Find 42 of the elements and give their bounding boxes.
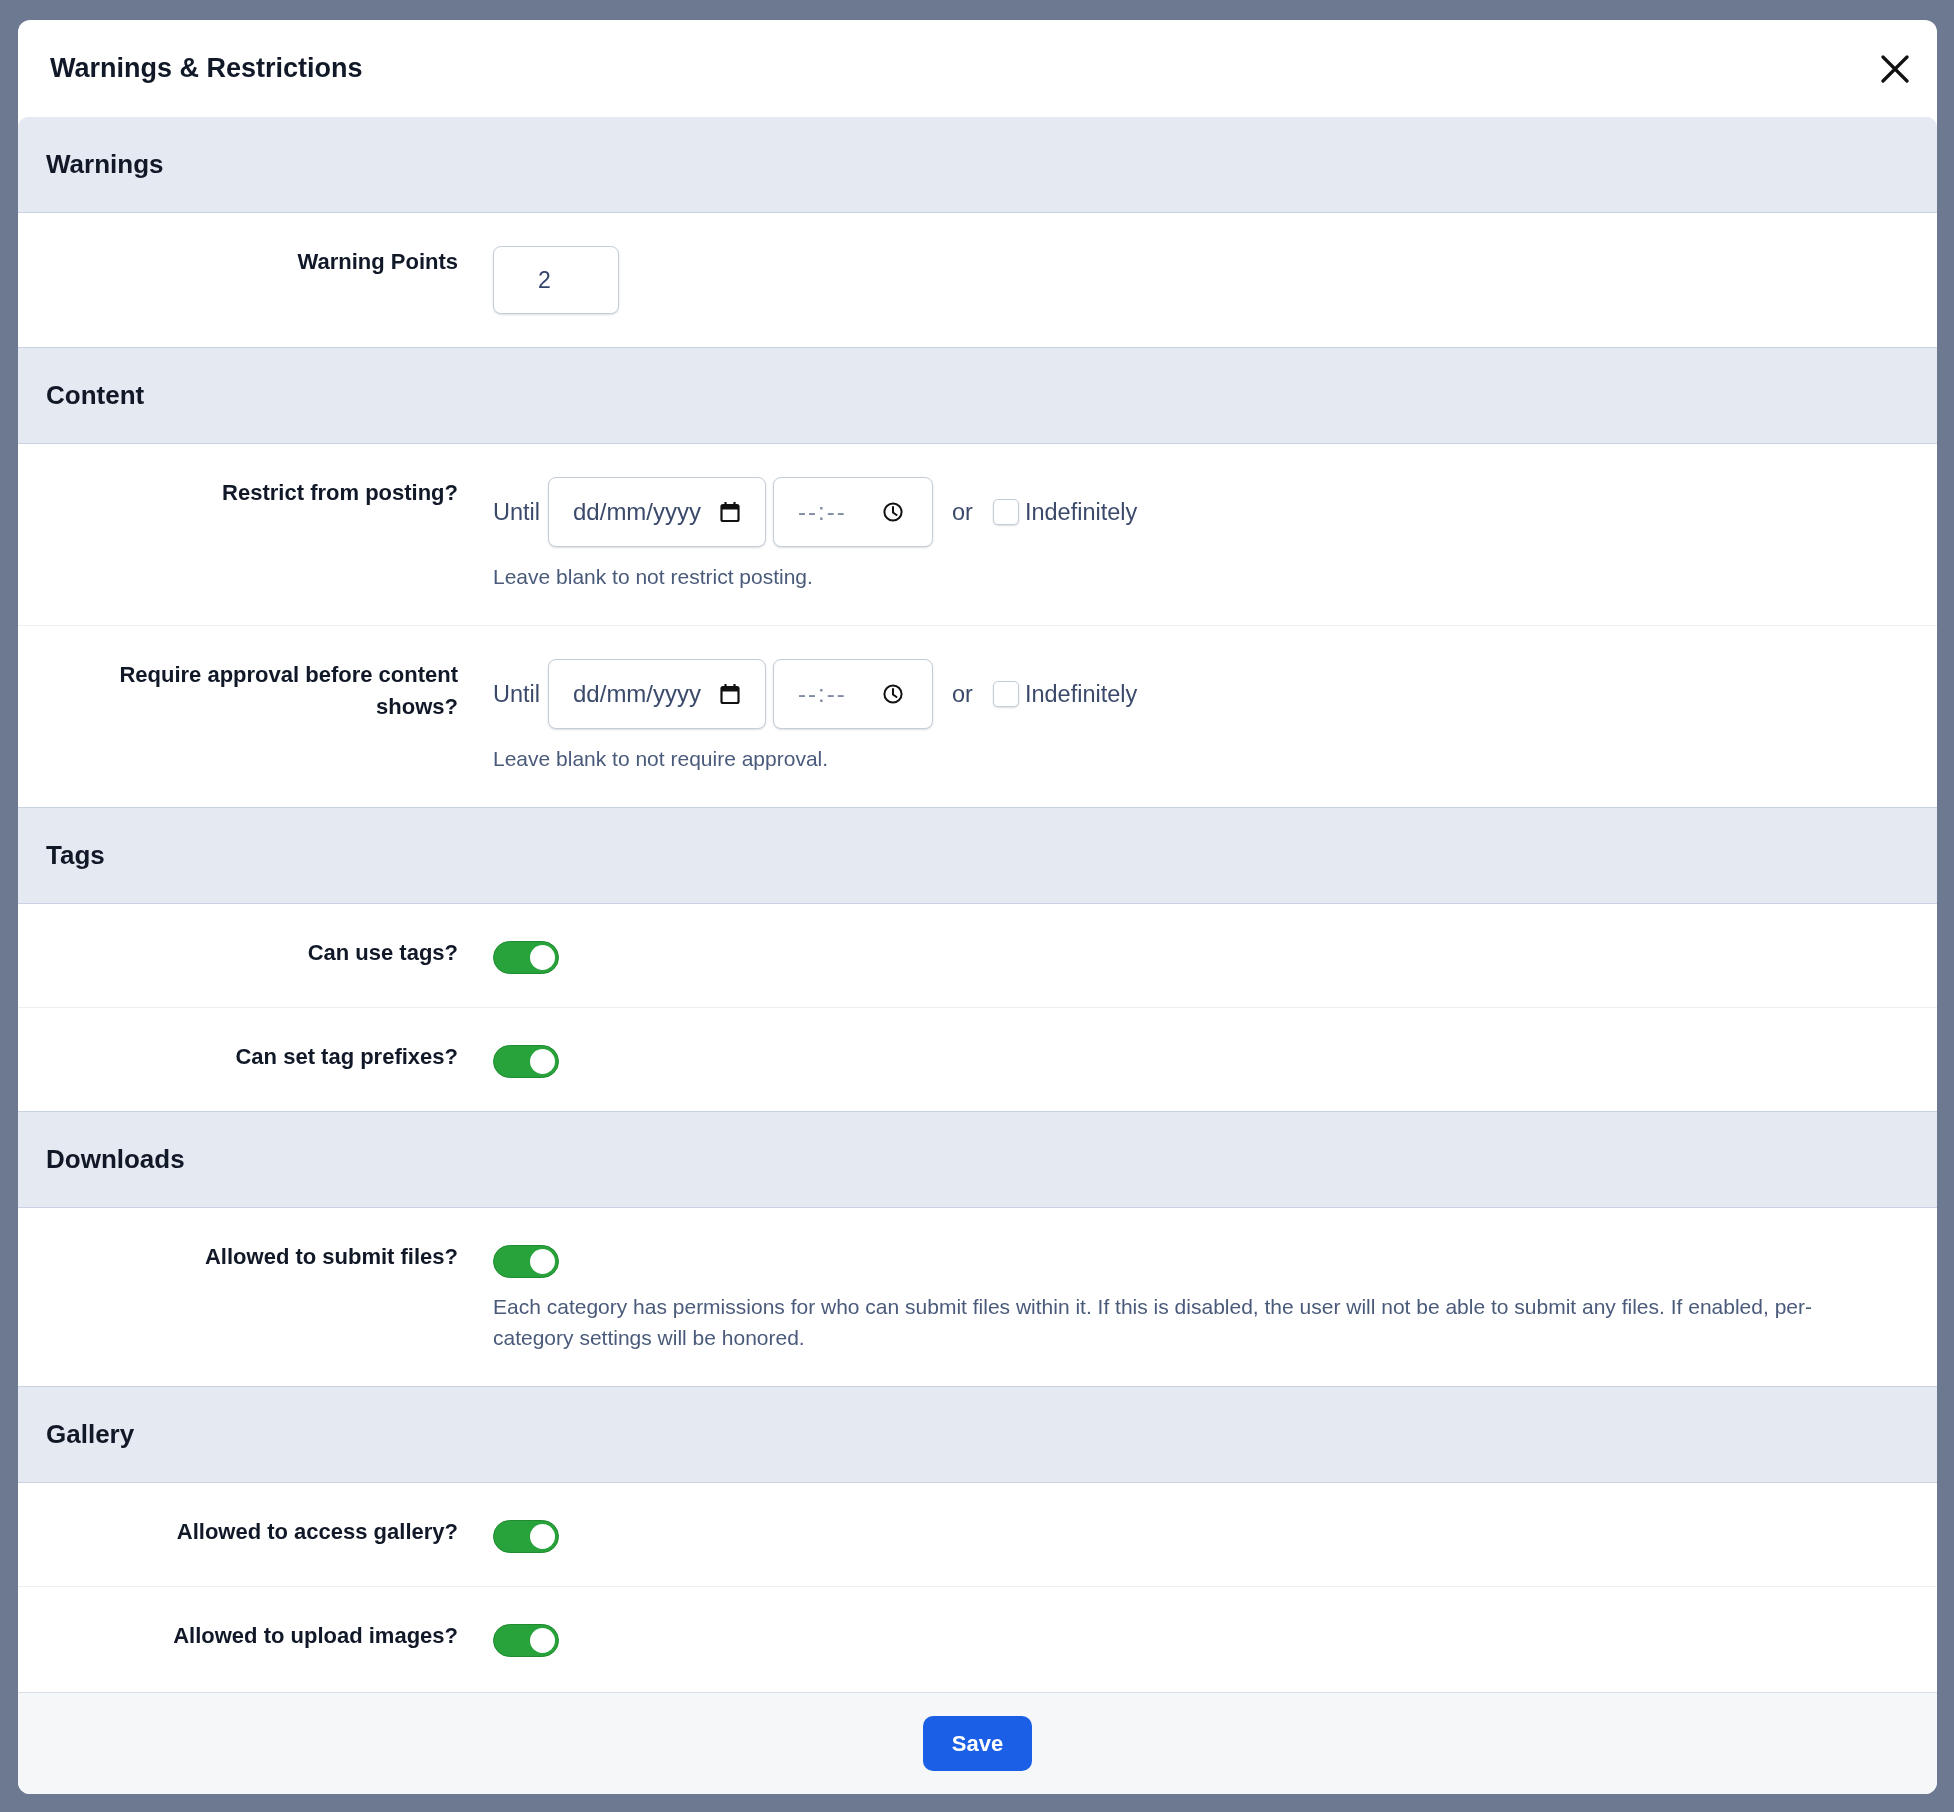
checkbox-label[interactable]: Indefinitely: [1024, 498, 1138, 526]
help-text: Leave blank to not require approval.: [493, 746, 829, 772]
until-label: Until: [493, 680, 540, 708]
field-label: Require approval before content shows?: [118, 661, 458, 721]
calendar-icon[interactable]: [720, 683, 740, 705]
section-header: Gallery: [18, 1386, 1937, 1483]
help-text: Leave blank to not restrict posting.: [493, 564, 813, 590]
time-field[interactable]: --:--: [773, 477, 933, 547]
field-label: Allowed to upload images?: [173, 1622, 458, 1650]
date-field[interactable]: dd/mm/yyyy: [548, 659, 766, 729]
checkbox[interactable]: [992, 499, 1019, 525]
close-button[interactable]: [1880, 53, 1910, 84]
dialog-title: Warnings & Restrictions: [50, 53, 363, 84]
or-text: or: [952, 680, 973, 708]
toggle-switch[interactable]: [493, 1045, 559, 1078]
field-label: Allowed to access gallery?: [176, 1518, 458, 1546]
field-label: Warning Points: [297, 248, 458, 276]
field-label: Allowed to submit files?: [205, 1243, 458, 1271]
field-label: Can set tag prefixes?: [235, 1043, 458, 1071]
clock-icon[interactable]: [883, 502, 903, 522]
save-button[interactable]: Save: [923, 1716, 1032, 1771]
toggle-switch[interactable]: [493, 1624, 559, 1657]
number-field[interactable]: 2: [493, 246, 619, 314]
section-header: Content: [18, 347, 1937, 444]
checkbox-label[interactable]: Indefinitely: [1024, 680, 1138, 708]
close-icon: [1881, 54, 1909, 83]
toggle-switch[interactable]: [493, 941, 559, 974]
calendar-icon[interactable]: [720, 501, 740, 523]
toggle-switch[interactable]: [493, 1245, 559, 1278]
field-label: Can use tags?: [307, 939, 458, 967]
clock-icon[interactable]: [883, 684, 903, 704]
section-header: Warnings: [18, 117, 1937, 213]
help-text: Each category has permissions for who can submit files within it. If this is disabled, the user will not be able to submit any files. If enabled, per-category settings will be honored.: [493, 1294, 1813, 1351]
checkbox[interactable]: [992, 681, 1019, 707]
date-field[interactable]: dd/mm/yyyy: [548, 477, 766, 547]
section-header: Tags: [18, 807, 1937, 904]
or-text: or: [952, 498, 973, 526]
time-field[interactable]: --:--: [773, 659, 933, 729]
until-label: Until: [493, 498, 540, 526]
toggle-switch[interactable]: [493, 1520, 559, 1553]
field-label: Restrict from posting?: [222, 479, 458, 507]
section-header: Downloads: [18, 1111, 1937, 1208]
